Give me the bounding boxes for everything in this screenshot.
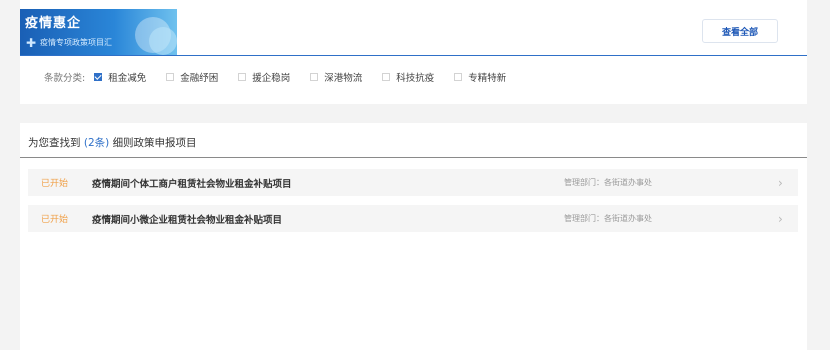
managing-department: 管理部门：各街道办事处 [564,178,652,187]
filter-option-label: 租金减免 [108,73,147,84]
filter-option-rent-relief[interactable]: 租金减免 [94,70,146,84]
banner-title: 疫情惠企 [25,16,82,31]
filter-option-job-stabilization[interactable]: 援企稳岗 [238,70,290,84]
status-badge: 已开始 [41,179,69,189]
view-all-button[interactable]: 查看全部 [702,19,778,43]
results-count: (2条) [83,137,110,149]
checkbox-icon[interactable] [382,73,391,81]
checkbox-icon[interactable] [310,73,319,81]
header-divider [20,55,807,56]
filter-option-tech-anti-epidemic[interactable]: 科技抗疫 [382,70,434,84]
filter-option-label: 金融纾困 [180,73,219,84]
filter-option-financial-relief[interactable]: 金融纾困 [166,70,218,84]
results-suffix: 细则政策申报项目 [112,137,197,149]
project-title[interactable]: 疫情期间小微企业租赁社会物业租金补贴项目 [92,212,564,226]
checkbox-checked-icon[interactable] [94,73,103,81]
list-item[interactable]: 已开始 疫情期间小微企业租赁社会物业租金补贴项目 管理部门：各街道办事处 › [28,205,798,232]
plus-icon: ✚ [26,36,37,50]
checkbox-icon[interactable] [454,73,463,81]
policy-banner[interactable]: 疫情惠企 ✚ 疫情专项政策项目汇 [20,9,177,55]
filter-option-label: 专精特新 [468,73,507,84]
filter-option-label: 深港物流 [324,73,363,84]
filter-panel: 疫情惠企 ✚ 疫情专项政策项目汇 查看全部 条款分类: 租金减免 金融纾困 援企… [20,0,807,104]
filter-label: 条款分类: [44,73,86,84]
filter-option-sz-hk-logistics[interactable]: 深港物流 [310,70,362,84]
chevron-right-icon[interactable]: › [778,212,783,226]
checkbox-icon[interactable] [166,73,175,81]
checkbox-icon[interactable] [238,73,247,81]
chevron-right-icon[interactable]: › [778,176,783,190]
banner-illustration-accent [149,27,177,55]
status-badge: 已开始 [41,215,69,225]
results-divider [20,157,807,158]
results-prefix: 为您查找到 [28,137,81,149]
results-summary: 为您查找到 (2条) 细则政策申报项目 [28,135,197,150]
filter-option-specialized-sme[interactable]: 专精特新 [454,70,506,84]
list-item[interactable]: 已开始 疫情期间个体工商户租赁社会物业租金补贴项目 管理部门：各街道办事处 › [28,169,798,196]
results-panel: 为您查找到 (2条) 细则政策申报项目 已开始 疫情期间个体工商户租赁社会物业租… [20,123,807,350]
filter-option-label: 科技抗疫 [396,73,435,84]
managing-department: 管理部门：各街道办事处 [564,214,652,223]
banner-subtitle: 疫情专项政策项目汇 [40,38,112,47]
project-title[interactable]: 疫情期间个体工商户租赁社会物业租金补贴项目 [92,176,564,190]
filter-option-label: 援企稳岗 [252,73,291,84]
category-filter: 条款分类: 租金减免 金融纾困 援企稳岗 深港物流 科技抗疫 专精特新 [44,69,526,85]
